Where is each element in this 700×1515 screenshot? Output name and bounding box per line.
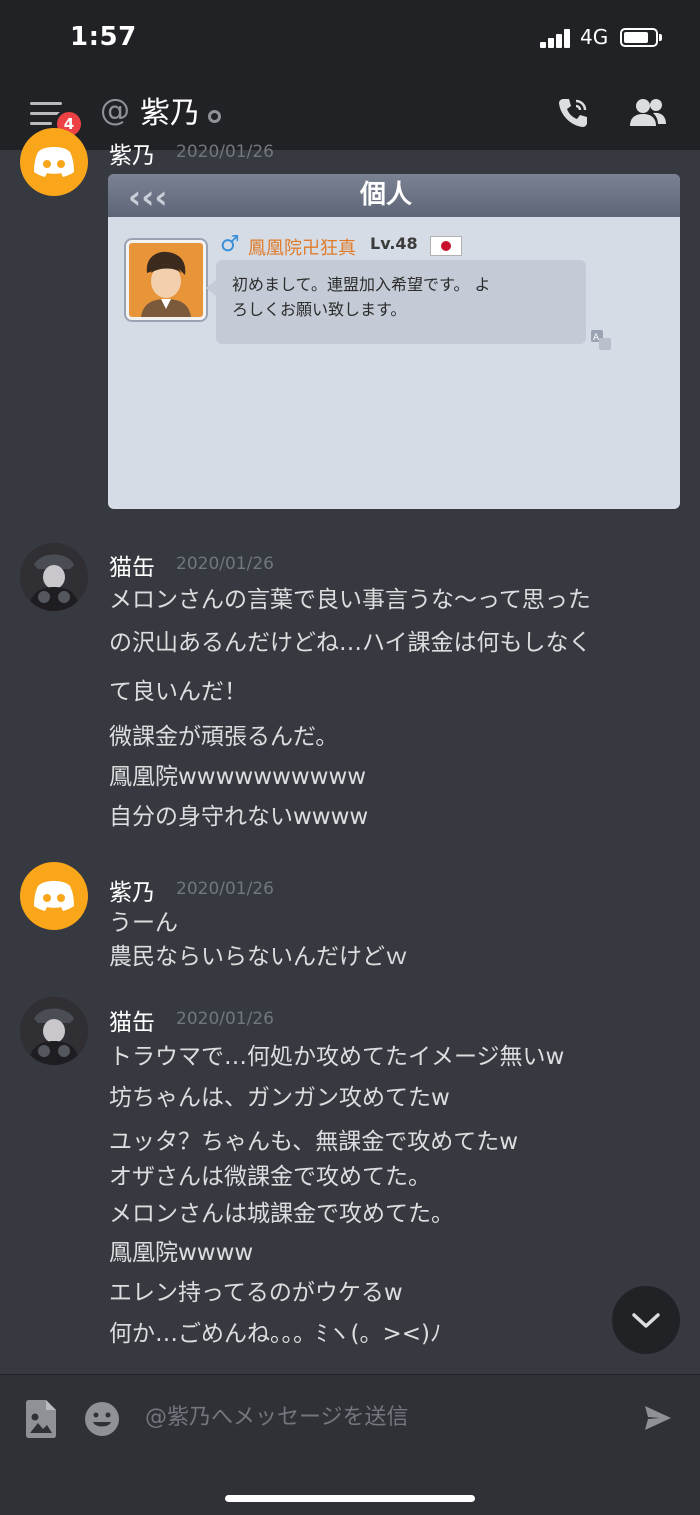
hamburger-icon	[30, 102, 62, 105]
japan-flag-icon	[430, 236, 462, 256]
bubble-line: ろしくお願い致します。	[232, 300, 407, 319]
members-icon[interactable]	[628, 97, 668, 133]
hamburger-line	[30, 122, 52, 125]
message-text: 何か…ごめんね。。。ﾐヽ(。><)ﾉ	[109, 1321, 442, 1347]
message-text: オザさんは微課金で攻めてた。	[109, 1164, 431, 1190]
message-text: の沢山あるんだけどね…ハイ課金は何もしなく	[109, 630, 592, 656]
signal-icon	[540, 28, 572, 48]
message-text: 鳳凰院wwwwwwwwww	[109, 764, 367, 790]
message-text: 微課金が頑張るんだ。	[109, 724, 339, 750]
battery-icon	[620, 28, 662, 47]
message-author[interactable]: 紫乃	[109, 136, 155, 170]
message-text: うーん	[109, 910, 178, 936]
message-text: て良いんだ！	[109, 679, 247, 705]
at-icon: @	[100, 93, 130, 128]
user-avatar[interactable]	[20, 862, 88, 930]
message-timestamp: 2020/01/26	[176, 554, 274, 574]
message-text: 農民ならいらないんだけどｗ	[109, 944, 408, 970]
channel-header: 4 @ 紫乃	[0, 75, 700, 150]
embed-title: 個人	[360, 180, 413, 210]
user-avatar[interactable]	[20, 543, 88, 611]
dm-title: 紫乃	[140, 96, 200, 131]
message-composer	[0, 1374, 700, 1515]
message-timestamp: 2020/01/26	[176, 142, 274, 162]
message-text: 自分の身守れないwwww	[109, 804, 369, 830]
message-timestamp: 2020/01/26	[176, 1009, 274, 1029]
home-indicator	[225, 1495, 475, 1502]
network-type: 4G	[580, 25, 609, 49]
image-attach-icon[interactable]	[24, 1399, 58, 1443]
emoji-icon[interactable]	[84, 1401, 120, 1441]
message-author[interactable]: 猫缶	[109, 1003, 155, 1037]
message-text: トラウマで…何処か攻めてたイメージ無いw	[109, 1044, 565, 1070]
male-icon: ♂	[220, 232, 240, 257]
call-icon[interactable]	[555, 95, 591, 135]
jump-to-latest-button[interactable]	[612, 1286, 680, 1354]
discord-logo-icon	[34, 147, 74, 177]
send-icon[interactable]	[644, 1405, 672, 1435]
status-bar: 1:57 4G	[0, 0, 700, 75]
chat-bubble: 初めまして。連盟加入希望です。 よ ろしくお願い致します。	[206, 260, 586, 344]
embed-header: ‹‹‹ 個人	[108, 174, 680, 217]
message-text: メロンさんの言葉で良い事言うな〜って思った	[109, 587, 591, 613]
message-timestamp: 2020/01/26	[176, 879, 274, 899]
message-author[interactable]: 猫缶	[109, 548, 155, 582]
message-text: メロンさんは城課金で攻めてた。	[109, 1201, 454, 1227]
message-text: ユッタ？ちゃんも、無課金で攻めてたw	[109, 1129, 519, 1155]
message-input[interactable]	[145, 1397, 615, 1437]
bubble-line: 初めまして。連盟加入希望です。 よ	[232, 275, 491, 294]
clock: 1:57	[70, 22, 137, 52]
user-avatar[interactable]	[20, 128, 88, 196]
screenshot-attachment[interactable]: ‹‹‹ 個人 ♂ 鳳凰院卍狂真 Lv.48 初めまして。連盟加入希望です。 よ …	[108, 174, 680, 509]
character-portrait	[126, 240, 206, 320]
message-author[interactable]: 紫乃	[109, 873, 155, 907]
message-text: エレン持ってるのがウケるw	[109, 1280, 403, 1306]
user-avatar[interactable]	[20, 997, 88, 1065]
svg-text:A: A	[593, 333, 600, 343]
discord-logo-icon	[34, 881, 74, 911]
user-photo-avatar	[20, 543, 88, 611]
chevron-down-icon	[632, 1313, 660, 1328]
offline-status-icon	[208, 110, 221, 123]
message-text: 鳳凰院wwww	[109, 1240, 254, 1266]
player-name: 鳳凰院卍狂真	[248, 238, 356, 259]
message-text: 坊ちゃんは、ガンガン攻めてたw	[109, 1085, 450, 1111]
chevron-left-icon: ‹‹‹	[128, 178, 168, 216]
player-level: Lv.48	[370, 234, 418, 253]
user-photo-avatar	[20, 997, 88, 1065]
translate-icon: A	[590, 329, 612, 355]
